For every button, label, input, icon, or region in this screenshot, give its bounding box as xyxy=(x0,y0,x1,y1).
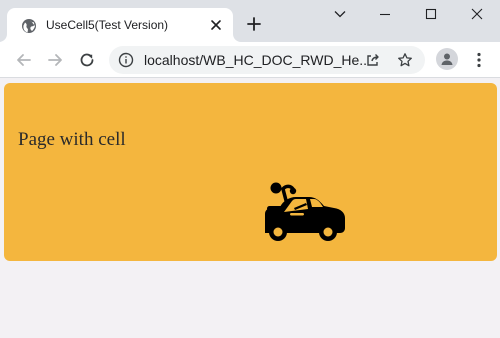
tab-title: UseCell5(Test Version) xyxy=(46,18,169,32)
browser-tab[interactable]: UseCell5(Test Version) xyxy=(7,8,233,42)
globe-icon xyxy=(21,18,37,34)
address-bar[interactable]: localhost/WB_HC_DOC_RWD_He... xyxy=(109,46,425,74)
chevron-down-icon[interactable] xyxy=(317,0,363,28)
arrow-left-icon[interactable] xyxy=(12,48,36,72)
page-title: Page with cell xyxy=(18,129,126,150)
reload-icon[interactable] xyxy=(75,48,99,72)
share-icon[interactable] xyxy=(365,52,381,68)
star-icon[interactable] xyxy=(397,52,413,68)
person-icon[interactable] xyxy=(436,48,458,70)
cell-card: Page with cell xyxy=(4,83,497,261)
page-viewport: Page with cell xyxy=(0,79,500,338)
window-close-icon[interactable] xyxy=(454,0,500,28)
minimize-icon[interactable] xyxy=(362,0,408,28)
url-text[interactable]: localhost/WB_HC_DOC_RWD_He... xyxy=(144,52,368,68)
tab-strip: UseCell5(Test Version) xyxy=(0,0,500,42)
kebab-menu-icon[interactable] xyxy=(470,50,488,70)
car-icon xyxy=(262,180,346,242)
close-icon[interactable] xyxy=(208,17,224,33)
browser-toolbar: localhost/WB_HC_DOC_RWD_He... xyxy=(0,42,500,78)
info-icon[interactable] xyxy=(118,52,134,68)
arrow-right-icon[interactable] xyxy=(43,48,67,72)
plus-icon[interactable] xyxy=(244,14,264,34)
maximize-icon[interactable] xyxy=(408,0,454,28)
